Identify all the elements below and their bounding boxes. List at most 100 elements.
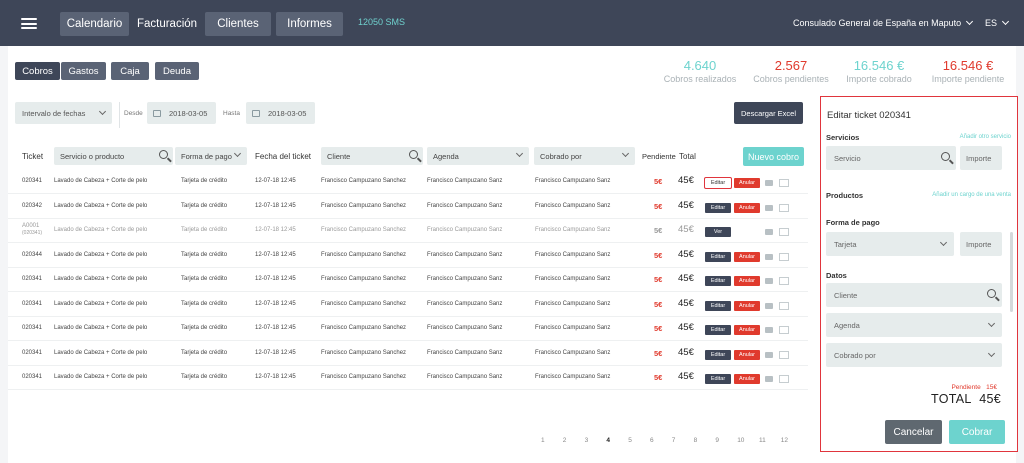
pending-amount: Pendiente 15€ [951, 384, 997, 391]
mail-icon[interactable] [779, 179, 789, 187]
payment-method-select[interactable]: Tarjeta [826, 232, 954, 256]
pending-cell: 5€ [654, 373, 663, 382]
service-cell: Lavado de Cabeza + Corte de pelo [54, 276, 148, 282]
edit-button[interactable]: Editar [705, 276, 731, 286]
chevron-down-icon [1001, 17, 1010, 26]
edit-button[interactable]: Editar [704, 177, 732, 189]
edit-button[interactable]: Editar [705, 374, 731, 384]
page-link[interactable]: 10 [737, 437, 744, 444]
cancel-ticket-button[interactable]: Anular [734, 202, 760, 213]
download-excel-button[interactable]: Descargar Excel [734, 102, 803, 124]
table-row[interactable]: 020341 Lavado de Cabeza + Corte de pelo Ta… [8, 268, 808, 292]
col-servicio-search[interactable]: Servicio o producto [54, 147, 173, 165]
printer-icon[interactable] [765, 229, 773, 235]
mail-icon[interactable] [779, 252, 789, 261]
date-to-field[interactable]: 2018-03-05 [246, 102, 315, 124]
menu-icon[interactable] [21, 18, 37, 29]
col-agenda-select[interactable]: Agenda [427, 147, 529, 165]
cancel-button[interactable]: Cancelar [885, 420, 942, 444]
table-row[interactable]: 020344 Lavado de Cabeza + Corte de pelo Ta… [8, 244, 808, 268]
date-interval-select[interactable]: Intervalo de fechas [15, 102, 112, 124]
subtab-caja[interactable]: Caja [111, 62, 149, 80]
col-cobrado-select[interactable]: Cobrado por [534, 147, 635, 165]
table-row[interactable]: A0001 (020341) Lavado de Cabeza + Corte de… [8, 219, 808, 243]
table-row[interactable]: 020341 Lavado de Cabeza + Corte de pelo Ta… [8, 366, 808, 390]
cancel-ticket-button[interactable]: Anular [734, 276, 760, 286]
servicio-search[interactable]: Servicio [826, 146, 956, 170]
table-row[interactable]: 020341 Lavado de Cabeza + Corte de pelo Ta… [8, 293, 808, 317]
page-link[interactable]: 11 [759, 437, 766, 444]
payment-importe-field[interactable]: Importe [960, 232, 1002, 256]
edit-button[interactable]: Editar [705, 349, 731, 360]
edit-button[interactable]: Editar [705, 300, 731, 311]
page-link[interactable]: 12 [781, 437, 788, 444]
panel-scrollbar[interactable] [1010, 232, 1013, 312]
page-link[interactable]: 2 [563, 437, 567, 444]
language-selector[interactable]: ES [985, 17, 1010, 28]
printer-icon[interactable] [765, 180, 773, 186]
edit-button[interactable]: Editar [705, 325, 731, 335]
page-link[interactable]: 7 [672, 437, 676, 444]
page-link[interactable]: 4 [606, 437, 610, 444]
mail-icon[interactable] [779, 350, 789, 359]
cobrar-button[interactable]: Cobrar [949, 420, 1005, 444]
date-cell: 12-07-18 12:45 [255, 227, 296, 233]
cobrado-por-select[interactable]: Cobrado por [826, 343, 1002, 367]
client-cell: Francisco Campuzano Sanchez [321, 300, 407, 307]
page-link[interactable]: 3 [585, 437, 589, 444]
printer-icon[interactable] [765, 327, 773, 333]
payment-cell: Tarjeta de crédito [181, 178, 228, 184]
mail-icon[interactable] [779, 277, 789, 285]
subtab-cobros[interactable]: Cobros [15, 62, 60, 80]
view-button[interactable]: Ver [705, 227, 731, 237]
add-product-link[interactable]: Añadir un cargo de una venta [932, 192, 1011, 198]
table-row[interactable]: 020341 Lavado de Cabeza + Corte de pelo Ta… [8, 342, 808, 366]
cancel-ticket-button[interactable]: Anular [734, 300, 760, 311]
agenda-cell: Francisco Campuzano Sanz [427, 300, 503, 307]
nav-facturacion[interactable]: Facturación [133, 12, 201, 36]
mail-icon[interactable] [779, 228, 789, 236]
ticket-id: 020341 [22, 349, 43, 356]
printer-icon[interactable] [765, 376, 773, 382]
mail-icon[interactable] [779, 301, 789, 310]
col-pago-select[interactable]: Forma de pago [175, 147, 247, 165]
printer-icon[interactable] [765, 253, 773, 260]
add-service-link[interactable]: Añadir otro servicio [960, 134, 1011, 140]
nav-informes[interactable]: Informes [276, 12, 343, 36]
servicio-importe-field[interactable]: Importe [960, 146, 1002, 170]
printer-icon[interactable] [765, 302, 773, 309]
mail-icon[interactable] [779, 203, 789, 212]
cancel-ticket-button[interactable]: Anular [734, 374, 760, 384]
nav-calendario[interactable]: Calendario [60, 12, 129, 36]
col-cliente-search[interactable]: Cliente [321, 147, 423, 165]
date-from-field[interactable]: 2018-03-05 [147, 102, 216, 124]
printer-icon[interactable] [765, 278, 773, 284]
cancel-ticket-button[interactable]: Anular [734, 349, 760, 360]
nav-clientes[interactable]: Clientes [205, 12, 271, 36]
mail-icon[interactable] [779, 375, 789, 383]
chevron-down-icon [966, 17, 974, 26]
table-row[interactable]: 020341 Lavado de Cabeza + Corte de pelo Ta… [8, 170, 808, 194]
edit-button[interactable]: Editar [705, 202, 731, 213]
page-link[interactable]: 6 [650, 437, 654, 444]
cancel-ticket-button[interactable]: Anular [734, 251, 760, 262]
page-link[interactable]: 5 [628, 437, 632, 444]
table-row[interactable]: 020342 Lavado de Cabeza + Corte de pelo Ta… [8, 195, 808, 219]
page-link[interactable]: 9 [715, 437, 719, 444]
subtab-deuda[interactable]: Deuda [155, 62, 199, 80]
edit-button[interactable]: Editar [705, 251, 731, 262]
printer-icon[interactable] [765, 351, 773, 358]
total-cell: 45€ [678, 322, 694, 333]
new-cobro-button[interactable]: Nuevo cobro [743, 147, 804, 166]
page-link[interactable]: 1 [541, 437, 545, 444]
cancel-ticket-button[interactable]: Anular [734, 325, 760, 335]
subtab-gastos[interactable]: Gastos [61, 62, 106, 80]
mail-icon[interactable] [779, 326, 789, 334]
organization-selector[interactable]: Consulado General de España en Maputo [793, 17, 974, 28]
cliente-search[interactable]: Cliente [826, 283, 1002, 307]
table-row[interactable]: 020341 Lavado de Cabeza + Corte de pelo Ta… [8, 317, 808, 341]
cancel-ticket-button[interactable]: Anular [734, 178, 760, 188]
page-link[interactable]: 8 [694, 437, 698, 444]
printer-icon[interactable] [765, 204, 773, 211]
agenda-select[interactable]: Agenda [826, 313, 1002, 337]
